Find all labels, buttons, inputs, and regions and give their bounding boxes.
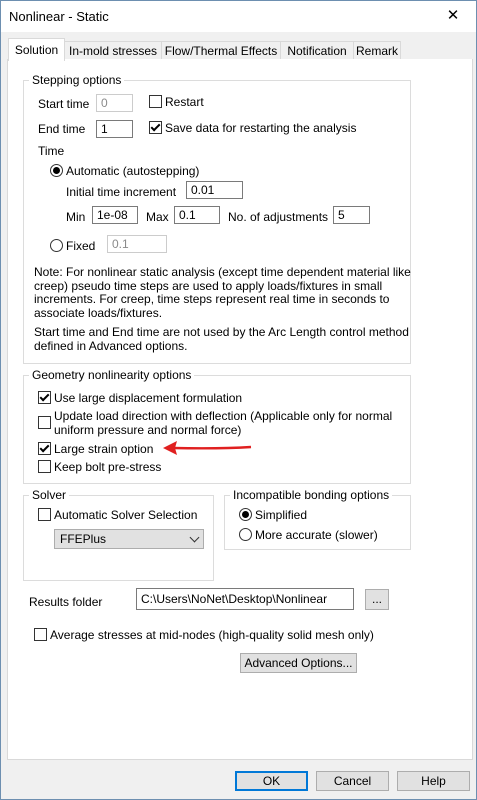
solver-select[interactable]: FFEPlus [54, 529, 204, 549]
note-line: increments. For creep, time steps repres… [34, 292, 390, 306]
fixed-label: Fixed [66, 239, 96, 253]
note-line: defined in Advanced options. [34, 338, 188, 353]
max-input[interactable]: 0.1 [174, 206, 220, 224]
close-icon[interactable]: ✕ [430, 1, 476, 32]
tab-flow-thermal-effects[interactable]: Flow/Thermal Effects [161, 41, 281, 60]
stepping-options-legend: Stepping options [29, 73, 125, 87]
restart-label: Restart [165, 95, 204, 109]
keep-bolt-label: Keep bolt pre-stress [54, 460, 162, 474]
results-folder-input[interactable]: C:\Users\NoNet\Desktop\Nonlinear [136, 588, 354, 610]
stepping-note-2: Start time and End time are not used by … [34, 325, 409, 353]
automatic-radio[interactable] [50, 164, 63, 177]
min-label: Min [66, 210, 86, 224]
note-line: Note: For nonlinear static analysis (exc… [34, 265, 411, 279]
fixed-input[interactable]: 0.1 [107, 235, 167, 253]
annotation-arrow-icon [163, 441, 252, 455]
update-load-checkbox[interactable] [38, 416, 51, 429]
start-time-label: Start time [38, 97, 90, 111]
note-line: Start time and End time are not used by … [34, 325, 409, 339]
large-strain-label: Large strain option [54, 442, 154, 456]
geometry-options-legend: Geometry nonlinearity options [29, 368, 195, 382]
tab-solution[interactable]: Solution [8, 38, 65, 61]
dialog-window: Nonlinear - Static ✕ Solution In-mold st… [0, 0, 477, 800]
chevron-down-icon [189, 532, 200, 543]
save-data-label: Save data for restarting the analysis [165, 121, 357, 135]
solver-selected-value: FFEPlus [60, 532, 107, 546]
update-load-line: uniform pressure and normal force) [54, 422, 242, 437]
window-title: Nonlinear - Static [9, 9, 109, 24]
advanced-options-button[interactable]: Advanced Options... [240, 653, 357, 673]
results-folder-label: Results folder [29, 595, 103, 609]
max-label: Max [146, 210, 169, 224]
arrow-shaft [172, 445, 252, 450]
auto-solver-label: Automatic Solver Selection [54, 508, 198, 522]
ok-button[interactable]: OK [235, 771, 308, 791]
more-accurate-label: More accurate (slower) [255, 528, 378, 542]
help-button[interactable]: Help [397, 771, 470, 791]
restart-checkbox[interactable] [149, 95, 162, 108]
tab-notification[interactable]: Notification [280, 41, 354, 60]
save-data-checkbox[interactable] [149, 121, 162, 134]
average-stresses-label: Average stresses at mid-nodes (high-qual… [50, 628, 374, 642]
solver-legend: Solver [29, 488, 70, 502]
stepping-note: Note: For nonlinear static analysis (exc… [34, 265, 411, 320]
large-displacement-checkbox[interactable] [38, 391, 51, 404]
browse-button[interactable]: ... [365, 589, 389, 610]
average-stresses-checkbox[interactable] [34, 628, 47, 641]
arrow-head [163, 441, 177, 455]
adjustments-label: No. of adjustments [228, 210, 329, 224]
cancel-button[interactable]: Cancel [316, 771, 389, 791]
simplified-radio[interactable] [239, 508, 252, 521]
initial-increment-label: Initial time increment [66, 185, 177, 199]
more-accurate-radio[interactable] [239, 528, 252, 541]
end-time-input[interactable]: 1 [96, 120, 133, 138]
large-displacement-label: Use large displacement formulation [54, 391, 243, 405]
large-strain-checkbox[interactable] [38, 442, 51, 455]
time-label: Time [38, 144, 65, 158]
tab-in-mold-stresses[interactable]: In-mold stresses [64, 41, 162, 60]
update-load-label: Update load direction with deflection (A… [54, 409, 393, 437]
note-line: associate loads/fixtures. [34, 305, 163, 320]
update-load-line: Update load direction with deflection (A… [54, 409, 393, 423]
min-input[interactable]: 1e-08 [92, 206, 138, 224]
simplified-label: Simplified [255, 508, 308, 522]
auto-solver-checkbox[interactable] [38, 508, 51, 521]
end-time-label: End time [38, 122, 86, 136]
bonding-options-legend: Incompatible bonding options [230, 488, 393, 502]
note-line: creep) pseudo time steps are used to app… [34, 278, 383, 293]
initial-increment-input[interactable]: 0.01 [186, 181, 243, 199]
start-time-input[interactable]: 0 [96, 94, 133, 112]
tab-remark[interactable]: Remark [353, 41, 401, 60]
fixed-radio[interactable] [50, 239, 63, 252]
automatic-label: Automatic (autostepping) [66, 164, 200, 178]
title-bar: Nonlinear - Static ✕ [1, 1, 476, 32]
adjustments-input[interactable]: 5 [333, 206, 370, 224]
keep-bolt-checkbox[interactable] [38, 460, 51, 473]
